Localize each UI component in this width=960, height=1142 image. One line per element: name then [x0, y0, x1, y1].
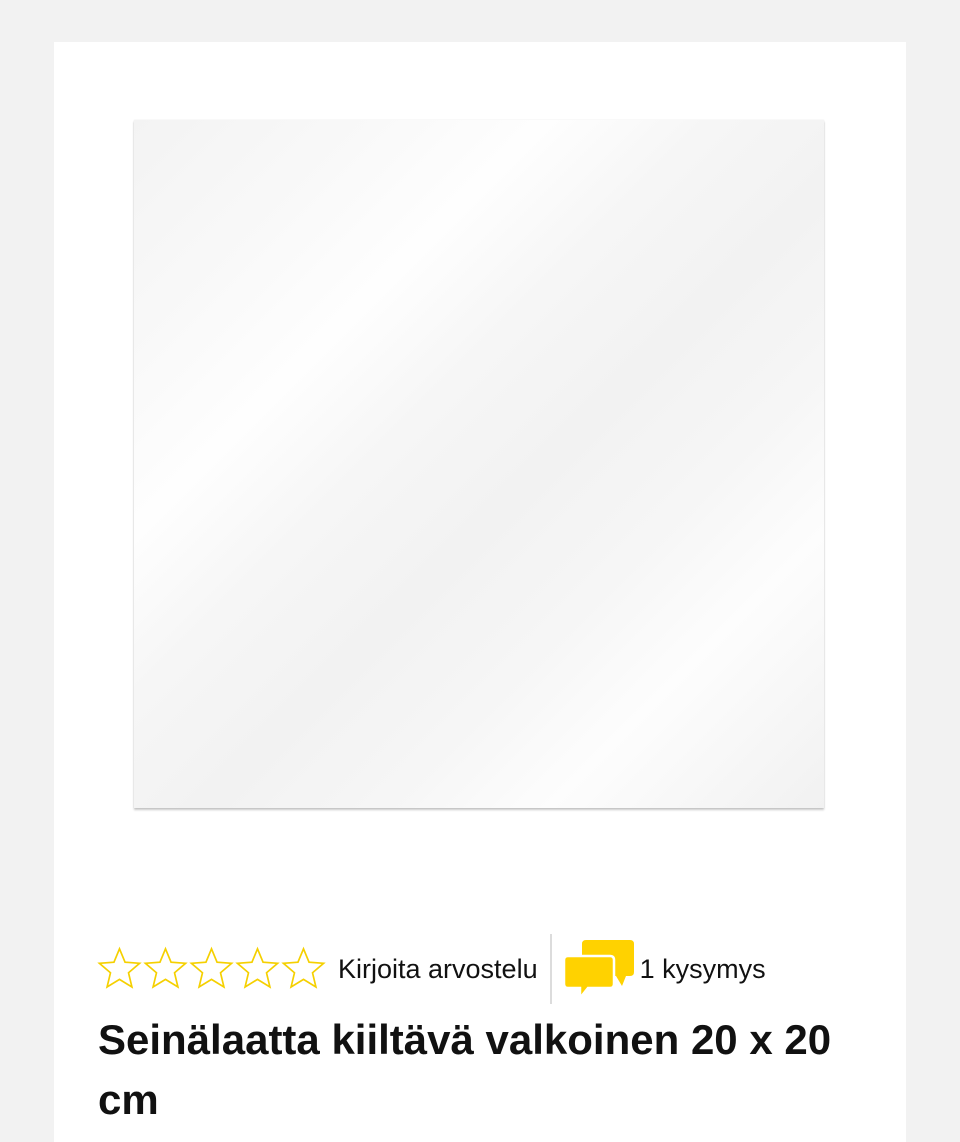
- star-icon[interactable]: [96, 946, 143, 993]
- star-icon[interactable]: [234, 946, 281, 993]
- questions-link[interactable]: 1 kysymys: [563, 938, 766, 1000]
- rating-row: Kirjoita arvostelu 1 kysymys: [96, 934, 766, 1004]
- product-title: Seinälaatta kiiltävä valkoinen 20 x 20 c…: [98, 1016, 832, 1123]
- divider: [549, 934, 552, 1004]
- product-image[interactable]: [134, 120, 824, 808]
- rating-stars[interactable]: [96, 946, 326, 993]
- star-icon[interactable]: [188, 946, 235, 993]
- product-card: Kirjoita arvostelu 1 kysymys Seinälaatta…: [54, 42, 906, 1142]
- star-icon[interactable]: [280, 946, 327, 993]
- chat-bubbles-icon: [563, 940, 634, 1000]
- star-icon[interactable]: [142, 946, 189, 993]
- questions-count-label: 1 kysymys: [639, 953, 766, 984]
- write-review-link[interactable]: Kirjoita arvostelu: [338, 954, 538, 985]
